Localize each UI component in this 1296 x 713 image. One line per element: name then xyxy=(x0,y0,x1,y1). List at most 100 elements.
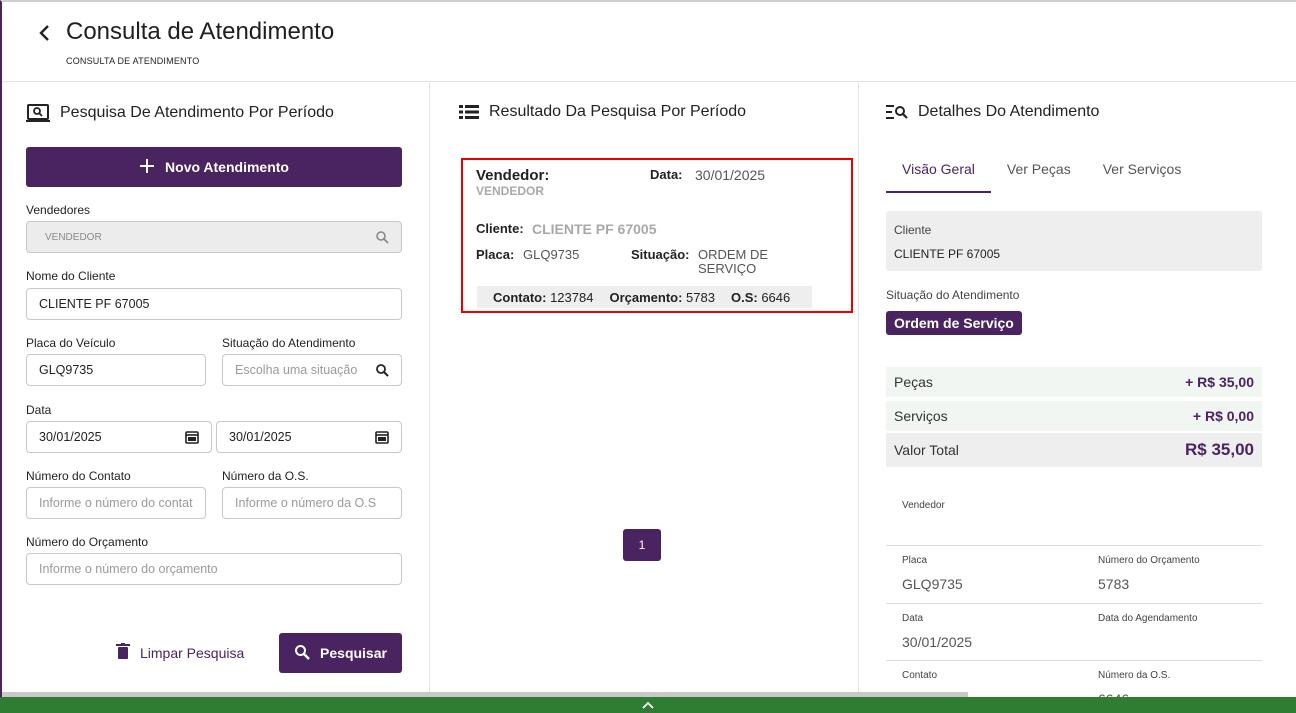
search-icon xyxy=(375,230,389,247)
divider xyxy=(886,660,1262,661)
details-panel-heading: Detalhes Do Atendimento xyxy=(886,103,1099,121)
divider xyxy=(886,545,1262,546)
search-form-icon xyxy=(26,103,50,123)
orcamento-label: Número do Orçamento xyxy=(26,535,149,549)
servicos-value: + R$ 0,00 xyxy=(1192,408,1254,424)
details-data-label: Data xyxy=(902,613,924,624)
divider xyxy=(886,603,1262,604)
orcamento-placeholder: Informe o número do orçamento xyxy=(39,562,218,576)
cliente-input[interactable]: CLIENTE PF 67005 xyxy=(26,288,402,320)
data-inicio-input[interactable]: 30/01/2025 xyxy=(26,421,212,453)
tab-visao-geral[interactable]: Visão Geral xyxy=(886,149,991,193)
search-panel-title: Pesquisa De Atendimento Por Período xyxy=(60,104,334,121)
vendedores-field[interactable]: VENDEDOR xyxy=(26,221,402,253)
details-vendedor-label: Vendedor xyxy=(902,500,945,511)
clear-search-button[interactable]: Limpar Pesquisa xyxy=(116,643,244,662)
details-agendamento: Data do Agendamento xyxy=(1098,613,1198,624)
new-attendance-button[interactable]: Novo Atendimento xyxy=(26,147,402,187)
back-icon[interactable] xyxy=(38,22,52,48)
details-os: Número da O.S. 6646 xyxy=(1098,670,1170,697)
details-data-value: 30/01/2025 xyxy=(902,634,973,650)
search-button-label: Pesquisar xyxy=(320,645,387,661)
os-placeholder: Informe o número da O.S xyxy=(235,496,377,510)
details-orcamento-value: 5783 xyxy=(1098,576,1130,592)
placa-value: GLQ9735 xyxy=(39,363,94,377)
card-cliente-label: Cliente: xyxy=(476,221,524,236)
details-agendamento-label: Data do Agendamento xyxy=(1098,613,1198,624)
page-title: Consulta de Atendimento xyxy=(66,18,335,45)
tab-ver-pecas[interactable]: Ver Peças xyxy=(991,149,1087,193)
vendedores-value: VENDEDOR xyxy=(45,231,102,243)
clear-search-label: Limpar Pesquisa xyxy=(140,644,245,661)
details-orcamento-label: Número do Orçamento xyxy=(1098,555,1200,566)
search-icon[interactable] xyxy=(375,363,389,380)
details-placa-label: Placa xyxy=(902,555,928,566)
servicos-label: Serviços xyxy=(894,408,948,424)
search-icon xyxy=(294,644,310,663)
search-panel: Pesquisa De Atendimento Por Período Novo… xyxy=(2,83,430,697)
data-inicio-value: 30/01/2025 xyxy=(39,430,102,444)
result-card[interactable]: Vendedor: VENDEDOR Data: 30/01/2025 Clie… xyxy=(461,158,853,313)
pecas-row: Peças + R$ 35,00 xyxy=(886,367,1262,397)
contato-input[interactable]: Informe o número do contato xyxy=(26,487,206,519)
placa-input[interactable]: GLQ9735 xyxy=(26,354,206,386)
details-contato-label: Contato xyxy=(902,670,938,681)
card-data-value: 30/01/2025 xyxy=(695,167,766,183)
details-cliente-label: Cliente xyxy=(894,223,932,237)
orcamento-input[interactable]: Informe o número do orçamento xyxy=(26,553,402,585)
pecas-value: + R$ 35,00 xyxy=(1185,374,1254,390)
card-os: O.S: 6646 xyxy=(730,289,791,305)
results-panel-title: Resultado Da Pesquisa Por Período xyxy=(489,103,747,120)
pagination-page-1[interactable]: 1 xyxy=(623,529,661,561)
chevron-up-icon[interactable] xyxy=(642,696,654,713)
details-orcamento: Número do Orçamento 5783 xyxy=(1098,555,1200,592)
total-value: R$ 35,00 xyxy=(1185,440,1254,459)
card-placa-label: Placa: xyxy=(476,247,515,262)
vendedores-label: Vendedores xyxy=(26,203,91,217)
tab-ver-servicos[interactable]: Ver Serviços xyxy=(1087,149,1198,193)
new-attendance-label: Novo Atendimento xyxy=(165,159,289,175)
contato-label: Número do Contato xyxy=(26,469,131,483)
situacao-label: Situação do Atendimento xyxy=(222,336,356,350)
card-placa-value: GLQ9735 xyxy=(523,247,580,262)
card-situacao-label: Situação: xyxy=(631,247,690,262)
calendar-icon[interactable] xyxy=(375,430,389,447)
data-fim-input[interactable]: 30/01/2025 xyxy=(216,421,402,453)
card-vendedor-label: Vendedor: xyxy=(476,167,550,184)
results-panel: Resultado Da Pesquisa Por Período Vended… xyxy=(431,83,859,697)
status-badge: Ordem de Serviço xyxy=(886,311,1022,335)
card-data-label: Data: xyxy=(650,167,683,182)
cliente-value: CLIENTE PF 67005 xyxy=(39,297,150,311)
card-summary-bar: Contato: 123784 Orçamento: 5783 O.S: 664… xyxy=(477,286,812,308)
card-contato: Contato: 123784 xyxy=(493,289,594,305)
search-button[interactable]: Pesquisar xyxy=(279,633,402,673)
contato-placeholder: Informe o número do contato xyxy=(39,496,193,510)
details-cliente-value: CLIENTE PF 67005 xyxy=(894,247,1001,261)
cliente-label: Nome do Cliente xyxy=(26,269,116,283)
os-input[interactable]: Informe o número da O.S xyxy=(222,487,402,519)
cliente-info-box: Cliente CLIENTE PF 67005 xyxy=(886,211,1262,271)
details-placa-value: GLQ9735 xyxy=(902,576,963,592)
details-search-icon xyxy=(886,104,908,120)
total-row: Valor Total R$ 35,00 xyxy=(886,433,1262,467)
breadcrumb: CONSULTA DE ATENDIMENTO xyxy=(66,56,200,66)
details-tabs: Visão Geral Ver Peças Ver Serviços xyxy=(886,149,1197,193)
app-window: Consulta de Atendimento CONSULTA DE ATEN… xyxy=(0,0,1296,713)
search-panel-heading: Pesquisa De Atendimento Por Período xyxy=(26,103,334,123)
total-label: Valor Total xyxy=(894,442,959,458)
details-panel: Detalhes Do Atendimento Visão Geral Ver … xyxy=(860,83,1296,697)
card-situacao-value-line2: SERVIÇO xyxy=(698,261,757,276)
details-placa: Placa GLQ9735 xyxy=(902,555,963,592)
situacao-placeholder: Escolha uma situação xyxy=(235,363,358,377)
footer-bar[interactable] xyxy=(0,697,1296,713)
data-label: Data xyxy=(26,403,52,417)
list-icon xyxy=(459,104,479,120)
card-situacao-value-line1: ORDEM DE xyxy=(698,247,769,262)
situacao-select[interactable]: Escolha uma situação xyxy=(222,354,402,386)
details-situacao-label: Situação do Atendimento xyxy=(886,288,1020,302)
servicos-row: Serviços + R$ 0,00 xyxy=(886,401,1262,431)
placa-label: Placa do Veículo xyxy=(26,336,116,350)
calendar-icon[interactable] xyxy=(185,430,199,447)
trash-icon xyxy=(116,643,130,662)
details-os-label: Número da O.S. xyxy=(1098,670,1171,681)
